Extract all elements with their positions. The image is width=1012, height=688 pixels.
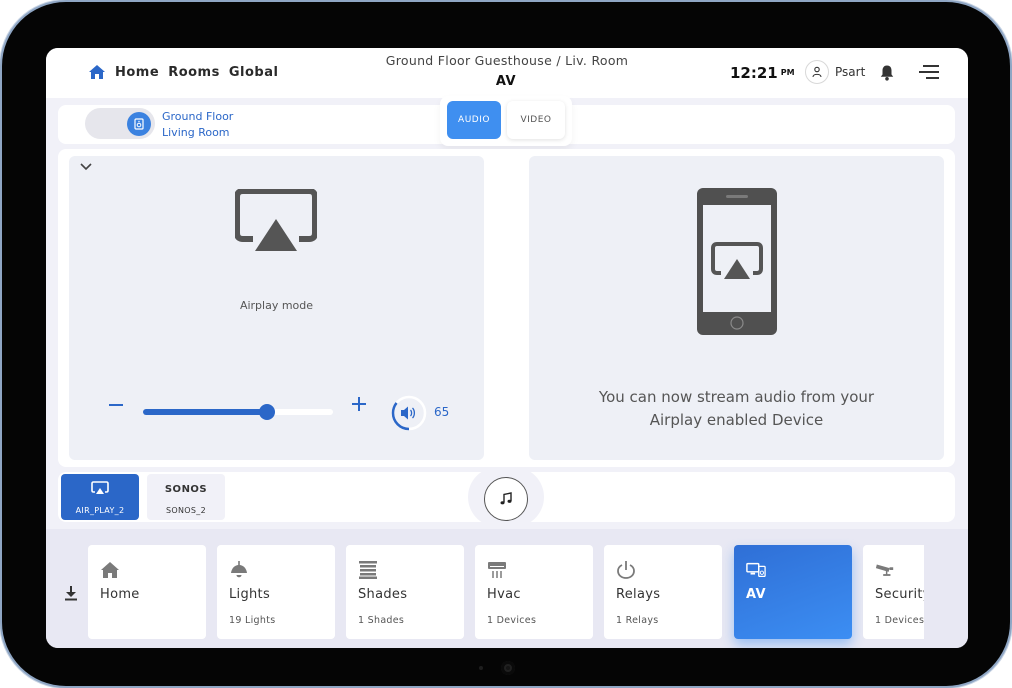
hvac-icon <box>488 562 506 578</box>
speaker-volume-icon <box>401 406 416 420</box>
category-dock: Home Lights 19 Lights Shades 1 Shades Hv… <box>46 529 968 648</box>
card-lights-title: Lights <box>229 587 271 602</box>
room-toggle[interactable] <box>85 108 155 139</box>
menu-icon[interactable] <box>919 65 939 79</box>
home-icon <box>101 562 119 578</box>
card-shades[interactable]: Shades 1 Shades <box>346 545 464 639</box>
clock: 12:21 PM <box>730 64 795 82</box>
card-security-sub: 1 Devices <box>875 615 924 626</box>
card-av-title: AV <box>746 587 766 602</box>
volume-up-button[interactable] <box>351 396 367 412</box>
volume-value: 65 <box>434 405 450 419</box>
source-sonos-name: SONOS_2 <box>166 506 206 515</box>
stream-panel: You can now stream audio from your Airpl… <box>529 156 944 460</box>
source-sonos[interactable]: SONOS SONOS_2 <box>147 474 225 520</box>
card-lights-sub: 19 Lights <box>229 615 276 626</box>
bell-icon[interactable] <box>879 64 895 81</box>
camera-icon <box>875 564 894 576</box>
card-hvac-sub: 1 Devices <box>487 615 537 626</box>
player-panel: Airplay mode 65 <box>69 156 484 460</box>
av-tabs: AUDIO VIDEO <box>440 96 572 146</box>
avatar[interactable] <box>805 60 829 84</box>
card-home[interactable]: Home <box>88 545 206 639</box>
front-camera <box>501 661 515 675</box>
chevron-down-icon[interactable] <box>79 162 93 172</box>
tab-audio[interactable]: AUDIO <box>447 101 501 139</box>
music-button[interactable] <box>484 477 528 521</box>
stream-line-1: You can now stream audio from your <box>598 388 875 406</box>
app-screen: Home Rooms Global Ground Floor Guesthous… <box>46 48 968 648</box>
card-relays[interactable]: Relays 1 Relays <box>604 545 722 639</box>
lamp-icon <box>231 561 247 578</box>
card-shades-title: Shades <box>358 587 408 602</box>
user-icon <box>812 66 822 78</box>
user-menu[interactable]: Psart <box>805 60 865 84</box>
card-hvac-title: Hvac <box>487 587 521 602</box>
room-floor: Ground Floor <box>162 110 234 123</box>
power-icon <box>617 561 635 579</box>
card-security[interactable]: Security 1 Devices <box>863 545 924 639</box>
music-note-icon <box>500 492 512 505</box>
source-airplay-name: AIR_PLAY_2 <box>75 506 125 515</box>
card-relays-title: Relays <box>616 587 661 602</box>
tab-video[interactable]: VIDEO <box>507 101 565 139</box>
source-airplay[interactable]: AIR_PLAY_2 <box>61 474 139 520</box>
room-name: Living Room <box>162 126 230 139</box>
volume-down-button[interactable] <box>109 404 123 406</box>
clock-ampm: PM <box>780 68 795 77</box>
main-content: Airplay mode 65 You can now stream audio… <box>58 149 955 467</box>
room-label: Ground Floor Living Room <box>162 109 233 141</box>
phone-airplay-icon <box>697 188 777 335</box>
card-hvac[interactable]: Hvac 1 Devices <box>475 545 593 639</box>
clock-time: 12:21 <box>730 64 778 82</box>
shades-icon <box>359 561 377 579</box>
volume-slider-handle[interactable] <box>258 404 275 420</box>
airplay-icon <box>91 481 109 494</box>
airplay-icon <box>235 189 317 251</box>
volume-slider-fill <box>143 409 267 415</box>
top-header: Home Rooms Global Ground Floor Guesthous… <box>46 48 968 98</box>
card-lights[interactable]: Lights 19 Lights <box>217 545 335 639</box>
mode-label: Airplay mode <box>239 299 314 312</box>
volume-ring[interactable] <box>391 395 427 431</box>
av-icon <box>746 562 766 577</box>
card-relays-sub: 1 Relays <box>616 615 659 626</box>
card-shades-sub: 1 Shades <box>358 615 405 626</box>
stream-message: You can now stream audio from your Airpl… <box>529 386 944 432</box>
user-name[interactable]: Psart <box>835 65 865 79</box>
card-home-title: Home <box>100 587 140 602</box>
speaker-icon <box>134 118 144 130</box>
front-sensor <box>479 666 483 670</box>
tablet-frame: Home Rooms Global Ground Floor Guesthous… <box>2 2 1010 686</box>
toggle-knob[interactable] <box>127 112 151 136</box>
stream-line-2: Airplay enabled Device <box>649 411 824 429</box>
source-sonos-title: SONOS <box>164 484 208 495</box>
card-av[interactable]: AV <box>734 545 852 639</box>
card-security-title: Security <box>875 587 924 602</box>
dock-scroller[interactable]: Home Lights 19 Lights Shades 1 Shades Hv… <box>46 529 924 648</box>
volume-slider[interactable] <box>143 404 333 420</box>
